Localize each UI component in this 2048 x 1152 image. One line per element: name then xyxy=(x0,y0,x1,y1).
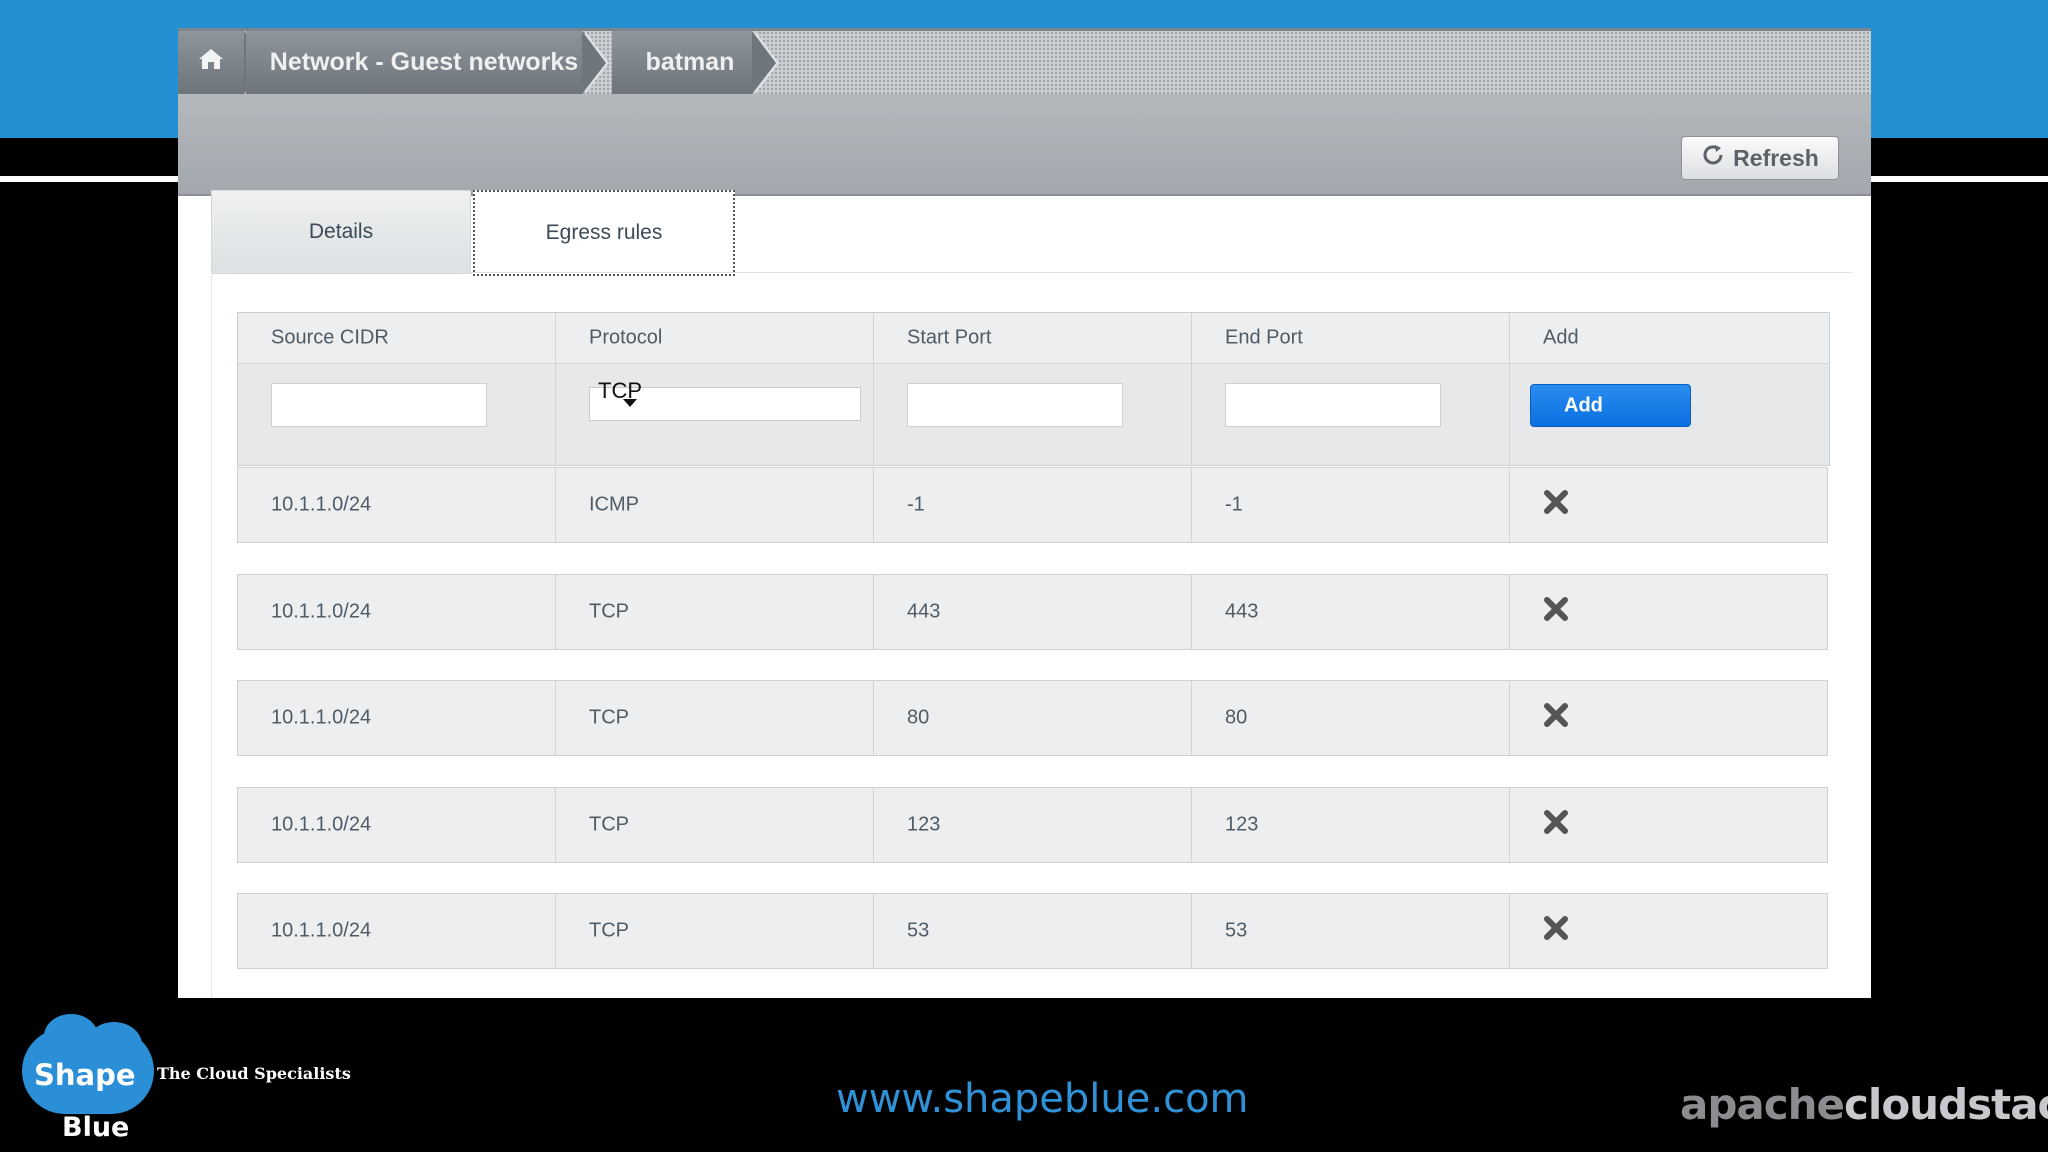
breadcrumb: Network - Guest networks batman xyxy=(178,28,1871,94)
logo-word-blue: Blue xyxy=(62,1112,130,1143)
cell-start-port: 123 xyxy=(907,813,941,836)
cell-protocol: TCP xyxy=(589,813,629,836)
brand-part1: apache xyxy=(1680,1080,1845,1129)
table-row: 10.1.1.0/24 TCP 80 80 xyxy=(237,680,1828,756)
cell-source-cidr: 10.1.1.0/24 xyxy=(271,706,372,729)
protocol-select[interactable]: TCP xyxy=(589,378,861,421)
cell-start-port: 53 xyxy=(907,919,930,942)
end-port-input[interactable] xyxy=(1225,383,1441,427)
tab-label: Egress rules xyxy=(545,221,663,244)
new-rule-row: TCP Add xyxy=(238,363,1829,466)
delete-icon[interactable] xyxy=(1543,596,1569,628)
source-cidr-input[interactable] xyxy=(271,383,487,427)
cell-source-cidr: 10.1.1.0/24 xyxy=(271,600,372,623)
add-label: Add xyxy=(1564,394,1603,416)
refresh-button[interactable]: Refresh xyxy=(1681,136,1839,180)
cell-start-port: -1 xyxy=(907,493,925,516)
header-start-port: Start Port xyxy=(907,326,992,349)
cell-end-port: 443 xyxy=(1225,600,1259,623)
brand-part2: cloudstack xyxy=(1844,1080,2048,1129)
cell-end-port: 53 xyxy=(1225,919,1248,942)
cell-source-cidr: 10.1.1.0/24 xyxy=(271,813,372,836)
cell-source-cidr: 10.1.1.0/24 xyxy=(271,919,372,942)
cell-protocol: TCP xyxy=(589,706,629,729)
table-row: 10.1.1.0/24 TCP 123 123 xyxy=(237,787,1828,863)
refresh-label: Refresh xyxy=(1733,144,1819,171)
table-row: 10.1.1.0/24 TCP 53 53 xyxy=(237,893,1828,969)
add-rule-button[interactable]: Add xyxy=(1530,384,1691,427)
start-port-input[interactable] xyxy=(907,383,1123,427)
breadcrumb-batman[interactable]: batman xyxy=(612,31,779,94)
delete-icon[interactable] xyxy=(1543,702,1569,734)
table-row: 10.1.1.0/24 ICMP -1 -1 xyxy=(237,467,1828,543)
delete-icon[interactable] xyxy=(1543,489,1569,521)
home-icon xyxy=(198,47,224,78)
cell-end-port: 80 xyxy=(1225,706,1248,729)
footer-url: www.shapeblue.com xyxy=(836,1076,1249,1122)
header-end-port: End Port xyxy=(1225,326,1303,349)
chevron-down-icon xyxy=(623,399,637,407)
delete-icon[interactable] xyxy=(1543,809,1569,841)
cell-source-cidr: 10.1.1.0/24 xyxy=(271,493,372,516)
logo-tagline: The Cloud Specialists xyxy=(157,1064,351,1083)
cell-protocol: ICMP xyxy=(589,493,639,516)
logo-word-shape: Shape xyxy=(34,1058,136,1092)
table-row: 10.1.1.0/24 TCP 443 443 xyxy=(237,574,1828,650)
breadcrumb-label: batman xyxy=(645,48,735,76)
header-protocol: Protocol xyxy=(589,326,663,349)
breadcrumb-guest-networks[interactable]: Network - Guest networks xyxy=(246,31,609,94)
rule-form: Source CIDR Protocol Start Port End Port… xyxy=(237,312,1830,466)
cell-end-port: -1 xyxy=(1225,493,1243,516)
cloudstack-logo: apachecloudstack xyxy=(1680,1080,2048,1129)
cell-start-port: 443 xyxy=(907,600,941,623)
delete-icon[interactable] xyxy=(1543,915,1569,947)
header-add: Add xyxy=(1543,326,1579,349)
tab-details[interactable]: Details xyxy=(211,190,471,274)
app-window: Network - Guest networks batman Refresh … xyxy=(178,28,1871,998)
cell-protocol: TCP xyxy=(589,919,629,942)
tab-egress-rules[interactable]: Egress rules xyxy=(473,190,735,276)
toolbar: Refresh xyxy=(178,94,1871,196)
breadcrumb-home[interactable] xyxy=(178,31,271,94)
refresh-icon xyxy=(1701,143,1725,173)
tab-label: Details xyxy=(308,220,374,243)
breadcrumb-label: Network - Guest networks xyxy=(269,48,579,76)
cell-end-port: 123 xyxy=(1225,813,1259,836)
cell-start-port: 80 xyxy=(907,706,930,729)
header-source-cidr: Source CIDR xyxy=(271,326,389,349)
table-header: Source CIDR Protocol Start Port End Port… xyxy=(238,313,1829,364)
cell-protocol: TCP xyxy=(589,600,629,623)
